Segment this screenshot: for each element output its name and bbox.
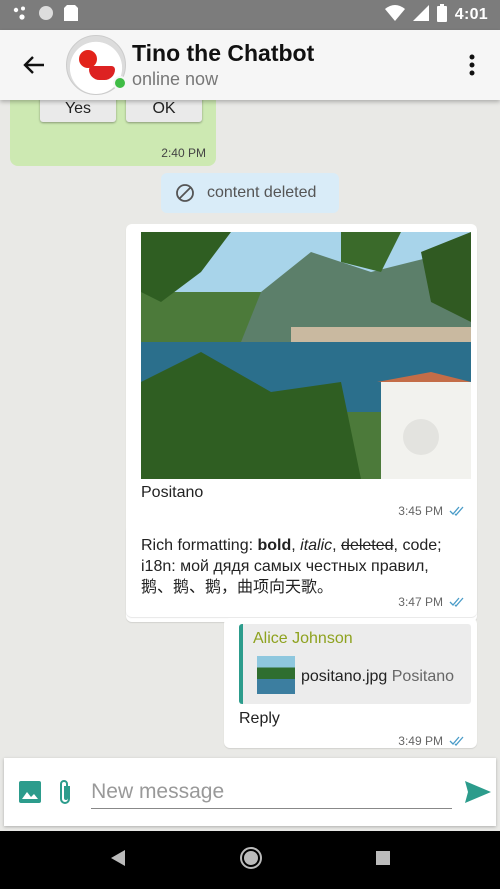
reply-text: Reply [239, 710, 280, 727]
rich-suffix: , code; [393, 537, 442, 554]
reply-button-ok[interactable]: OK [126, 100, 202, 122]
notification-dots-icon [12, 5, 28, 26]
outgoing-message-reply[interactable]: Alice Johnson positano.jpg Positano Repl… [224, 618, 477, 748]
avatar[interactable] [66, 35, 127, 95]
double-check-icon [449, 597, 464, 607]
deleted-label: content deleted [207, 184, 317, 201]
quote-file: positano.jpg Positano [301, 668, 454, 686]
composer [4, 758, 496, 826]
message-time: 3:45 PM [398, 504, 443, 518]
system-nav-bar [0, 831, 500, 889]
double-check-icon [449, 736, 464, 746]
photo-caption: Positano [141, 484, 204, 501]
sd-card-icon [64, 4, 78, 26]
rich-prefix: Rich formatting: [141, 537, 258, 554]
contact-status: online now [132, 69, 219, 89]
message-time: 3:49 PM [398, 734, 443, 748]
online-indicator [113, 76, 127, 90]
paperclip-icon [60, 780, 71, 804]
message-meta: 3:49 PM [398, 734, 465, 748]
app-bar: Tino the Chatbot online now [0, 30, 500, 100]
rich-italic: italic [300, 537, 333, 554]
wifi-icon [384, 4, 405, 26]
message-time: 3:47 PM [398, 595, 443, 609]
square-recents-icon [376, 850, 390, 865]
attach-file-button[interactable] [48, 774, 84, 810]
avatar-mouth [89, 66, 115, 80]
block-icon [176, 184, 194, 202]
circle-status-icon [38, 5, 54, 26]
quoted-message[interactable]: Alice Johnson positano.jpg Positano [239, 624, 471, 704]
reply-button-yes[interactable]: Yes [40, 100, 116, 122]
signal-icon [412, 4, 429, 26]
incoming-message: Yes OK 2:40 PM [10, 100, 216, 166]
battery-icon [436, 3, 447, 27]
rich-strike: deleted [341, 537, 394, 554]
rich-line-cyrillic: i18n: мой дядя самых честных правил, [141, 558, 429, 575]
status-time: 4:01 [454, 6, 488, 23]
contact-info[interactable]: Tino the Chatbot online now [132, 40, 314, 90]
send-icon [465, 781, 492, 803]
contact-title: Tino the Chatbot [132, 40, 315, 66]
status-bar: 4:01 [0, 0, 500, 30]
message-meta: 3:47 PM [398, 595, 465, 609]
rich-sep: , [291, 537, 301, 554]
image-icon [18, 781, 41, 803]
circle-home-icon [240, 846, 262, 869]
rich-bold: bold [257, 537, 292, 554]
send-button[interactable] [460, 774, 496, 810]
double-check-icon [449, 506, 464, 516]
message-list[interactable]: Yes OK 2:40 PM content deleted Positano … [0, 100, 500, 755]
attach-image-button[interactable] [12, 774, 48, 810]
nav-recents-button[interactable] [375, 850, 391, 871]
quote-author: Alice Johnson [253, 630, 353, 647]
quote-file-caption: Positano [391, 668, 455, 685]
positano-image [141, 232, 471, 479]
arrow-back-icon [23, 56, 44, 74]
more-vert-icon [469, 54, 475, 76]
deleted-message: content deleted [161, 173, 339, 213]
rich-sep: , [332, 537, 342, 554]
outgoing-message-rich[interactable]: Rich formatting: bold, italic, deleted, … [126, 525, 477, 617]
rich-line-cjk: 鹅、鹅、鹅，曲项向天歌。 [141, 579, 334, 596]
rich-text: Rich formatting: bold, italic, deleted, … [141, 535, 462, 598]
overflow-menu-button[interactable] [462, 45, 482, 85]
message-meta: 3:45 PM [398, 504, 465, 518]
nav-home-button[interactable] [239, 846, 263, 875]
back-button[interactable] [14, 45, 54, 85]
triangle-back-icon [111, 849, 125, 866]
nav-back-button[interactable] [109, 849, 127, 872]
photo-attachment[interactable] [141, 232, 471, 479]
message-input[interactable] [91, 775, 453, 809]
quote-filename: positano.jpg [301, 668, 388, 685]
message-time: 2:40 PM [161, 146, 206, 160]
quote-thumbnail [257, 656, 295, 694]
